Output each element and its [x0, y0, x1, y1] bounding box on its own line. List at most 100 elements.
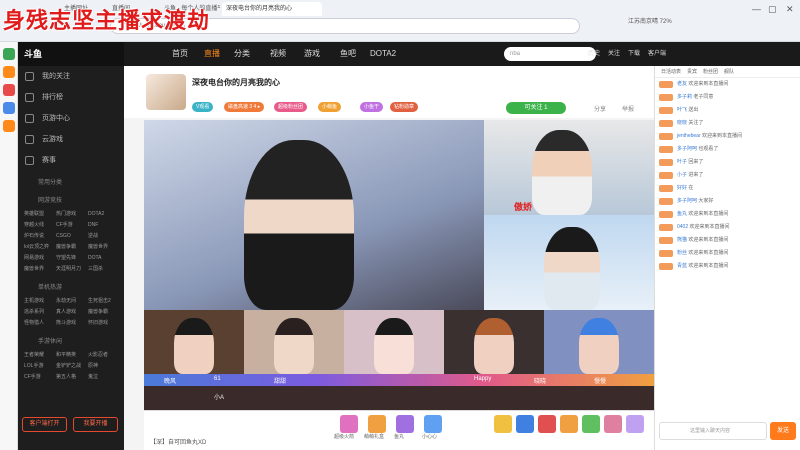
category-link[interactable]: 网易游戏	[24, 253, 54, 263]
category-link[interactable]: 魔兽争霸	[56, 242, 86, 252]
video-player[interactable]: 傲娇 晚风 61 甜甜 Happy 晓晓 慢慢 小A	[144, 120, 654, 410]
category-link[interactable]: 逃杀系列	[24, 307, 54, 317]
category-link[interactable]: 熊斗游戏	[56, 318, 86, 328]
category-link[interactable]: CF手游	[24, 372, 54, 382]
chat-tab[interactable]: 日活动表	[661, 68, 681, 75]
category-link[interactable]: CSGO	[56, 231, 86, 241]
topnav-client[interactable]: 客户端	[648, 42, 666, 66]
topnav-history[interactable]: 历史	[588, 42, 600, 66]
gift-item[interactable]	[538, 415, 556, 433]
report-button[interactable]: 举报	[622, 104, 634, 113]
category-link[interactable]: CF手游	[56, 220, 86, 230]
follow-button[interactable]: 可关注 1	[506, 102, 566, 114]
gift-item[interactable]	[368, 415, 386, 433]
room-tag[interactable]: 钻粉勋章	[390, 102, 419, 112]
nav-item-events[interactable]: 赛事	[18, 150, 124, 171]
chat-username[interactable]: 粉丝	[677, 250, 688, 256]
category-link[interactable]: 真人游戏	[56, 307, 86, 317]
topnav-video[interactable]: 视频	[270, 42, 286, 66]
gift-item[interactable]	[396, 415, 414, 433]
chat-input[interactable]: 这里输入聊天内容	[659, 422, 767, 440]
category-link[interactable]: 天涯明月刀	[56, 264, 86, 274]
topnav-category[interactable]: 分类	[234, 42, 250, 66]
app-icon[interactable]	[3, 102, 15, 114]
maximize-icon[interactable]: ▢	[768, 4, 777, 15]
category-link[interactable]: 金铲铲之战	[56, 361, 86, 371]
client-open-button[interactable]: 客户端打开	[22, 417, 67, 432]
room-tag[interactable]: 磁盘高速 3 4 ▸	[224, 102, 265, 112]
chat-username[interactable]: 0402	[677, 224, 690, 230]
chat-username[interactable]: 叶飞	[677, 107, 688, 113]
nav-item-webgames[interactable]: 页游中心	[18, 108, 124, 129]
nav-item-ranking[interactable]: 排行榜	[18, 87, 124, 108]
chat-username[interactable]: 青蓝	[677, 263, 688, 269]
nav-item-cloudgame[interactable]: 云游戏	[18, 129, 124, 150]
chat-username[interactable]: jenthebear	[677, 133, 702, 139]
chat-username[interactable]: 鱼丸	[677, 211, 688, 217]
chat-tab[interactable]: 舰队	[724, 68, 734, 75]
category-link[interactable]: 热门游戏	[56, 209, 86, 219]
browser-tab-active[interactable]: 深夜电台你的月亮我的心	[222, 2, 322, 16]
category-link[interactable]: 炉石传说	[24, 231, 54, 241]
chat-username[interactable]: 多子阿呵	[677, 146, 698, 152]
search-input[interactable]: nba	[504, 47, 596, 61]
gift-item[interactable]	[516, 415, 534, 433]
gift-item[interactable]	[340, 415, 358, 433]
streamer-avatar[interactable]	[146, 74, 186, 110]
minimize-icon[interactable]: —	[752, 4, 761, 14]
topnav-follow[interactable]: 关注	[608, 42, 620, 66]
category-link[interactable]: 主机游戏	[24, 296, 54, 306]
share-button[interactable]: 分享	[594, 104, 606, 113]
category-link[interactable]: 火影忍者	[88, 350, 118, 360]
category-link[interactable]: 魔兽世界	[88, 242, 118, 252]
chat-username[interactable]: 好好	[677, 185, 688, 191]
topnav-fishbar[interactable]: 鱼吧	[340, 42, 356, 66]
chat-username[interactable]: 老友	[677, 81, 688, 87]
wechat-icon[interactable]	[3, 48, 15, 60]
send-button[interactable]: 发送	[770, 422, 796, 440]
topnav-live[interactable]: 直播	[204, 42, 220, 66]
chat-username[interactable]: 多子阿呵	[677, 198, 698, 204]
nav-item-following[interactable]: 我的关注	[18, 66, 124, 87]
category-link[interactable]: 永劫无间	[56, 296, 86, 306]
chat-username[interactable]: 叶子	[677, 159, 688, 165]
category-link[interactable]: DOTA	[88, 253, 118, 263]
app-icon[interactable]	[3, 84, 15, 96]
topnav-download[interactable]: 下载	[628, 42, 640, 66]
topnav-games[interactable]: 游戏	[304, 42, 320, 66]
category-link[interactable]: 三国杀	[88, 264, 118, 274]
topnav-home[interactable]: 首页	[172, 42, 188, 66]
category-link[interactable]: DNF	[88, 220, 118, 230]
gift-item[interactable]	[560, 415, 578, 433]
gift-item[interactable]	[604, 415, 622, 433]
category-link[interactable]: 英雄联盟	[24, 209, 54, 219]
gift-item[interactable]	[626, 415, 644, 433]
category-link[interactable]: 生死狙击2	[88, 296, 118, 306]
room-tag[interactable]: 小鱼干	[360, 102, 384, 112]
topnav-dota2[interactable]: DOTA2	[370, 42, 396, 66]
category-link[interactable]: 鬼泣	[88, 372, 118, 382]
category-link[interactable]: DOTA2	[88, 209, 118, 219]
category-link[interactable]: 穿越火线	[24, 220, 54, 230]
category-link[interactable]: 魔兽争霸	[88, 307, 118, 317]
room-tag[interactable]: V观看	[192, 102, 214, 112]
chat-tab[interactable]: 粉丝团	[703, 68, 718, 75]
gift-item[interactable]	[494, 415, 512, 433]
chat-username[interactable]: 晓晓	[677, 120, 688, 126]
category-link[interactable]: lol云顶之弈	[24, 242, 54, 252]
app-icon[interactable]	[3, 120, 15, 132]
category-link[interactable]: 怪物猎人	[24, 318, 54, 328]
app-icon[interactable]	[3, 66, 15, 78]
chat-username[interactable]: 熊猫	[677, 237, 688, 243]
category-link[interactable]: 魔兽世界	[24, 264, 54, 274]
category-link[interactable]: 守望先锋	[56, 253, 86, 263]
category-link[interactable]: 王者荣耀	[24, 350, 54, 360]
category-link[interactable]: 原神	[88, 361, 118, 371]
gift-item[interactable]	[424, 415, 442, 433]
category-link[interactable]: 逆战	[88, 231, 118, 241]
chat-username[interactable]: 小子	[677, 172, 688, 178]
category-link[interactable]: 第五人格	[56, 372, 86, 382]
start-stream-button[interactable]: 我要开播	[73, 417, 118, 432]
room-tag[interactable]: 小萌鱼	[318, 102, 342, 112]
site-logo[interactable]: 斗鱼	[18, 42, 124, 66]
